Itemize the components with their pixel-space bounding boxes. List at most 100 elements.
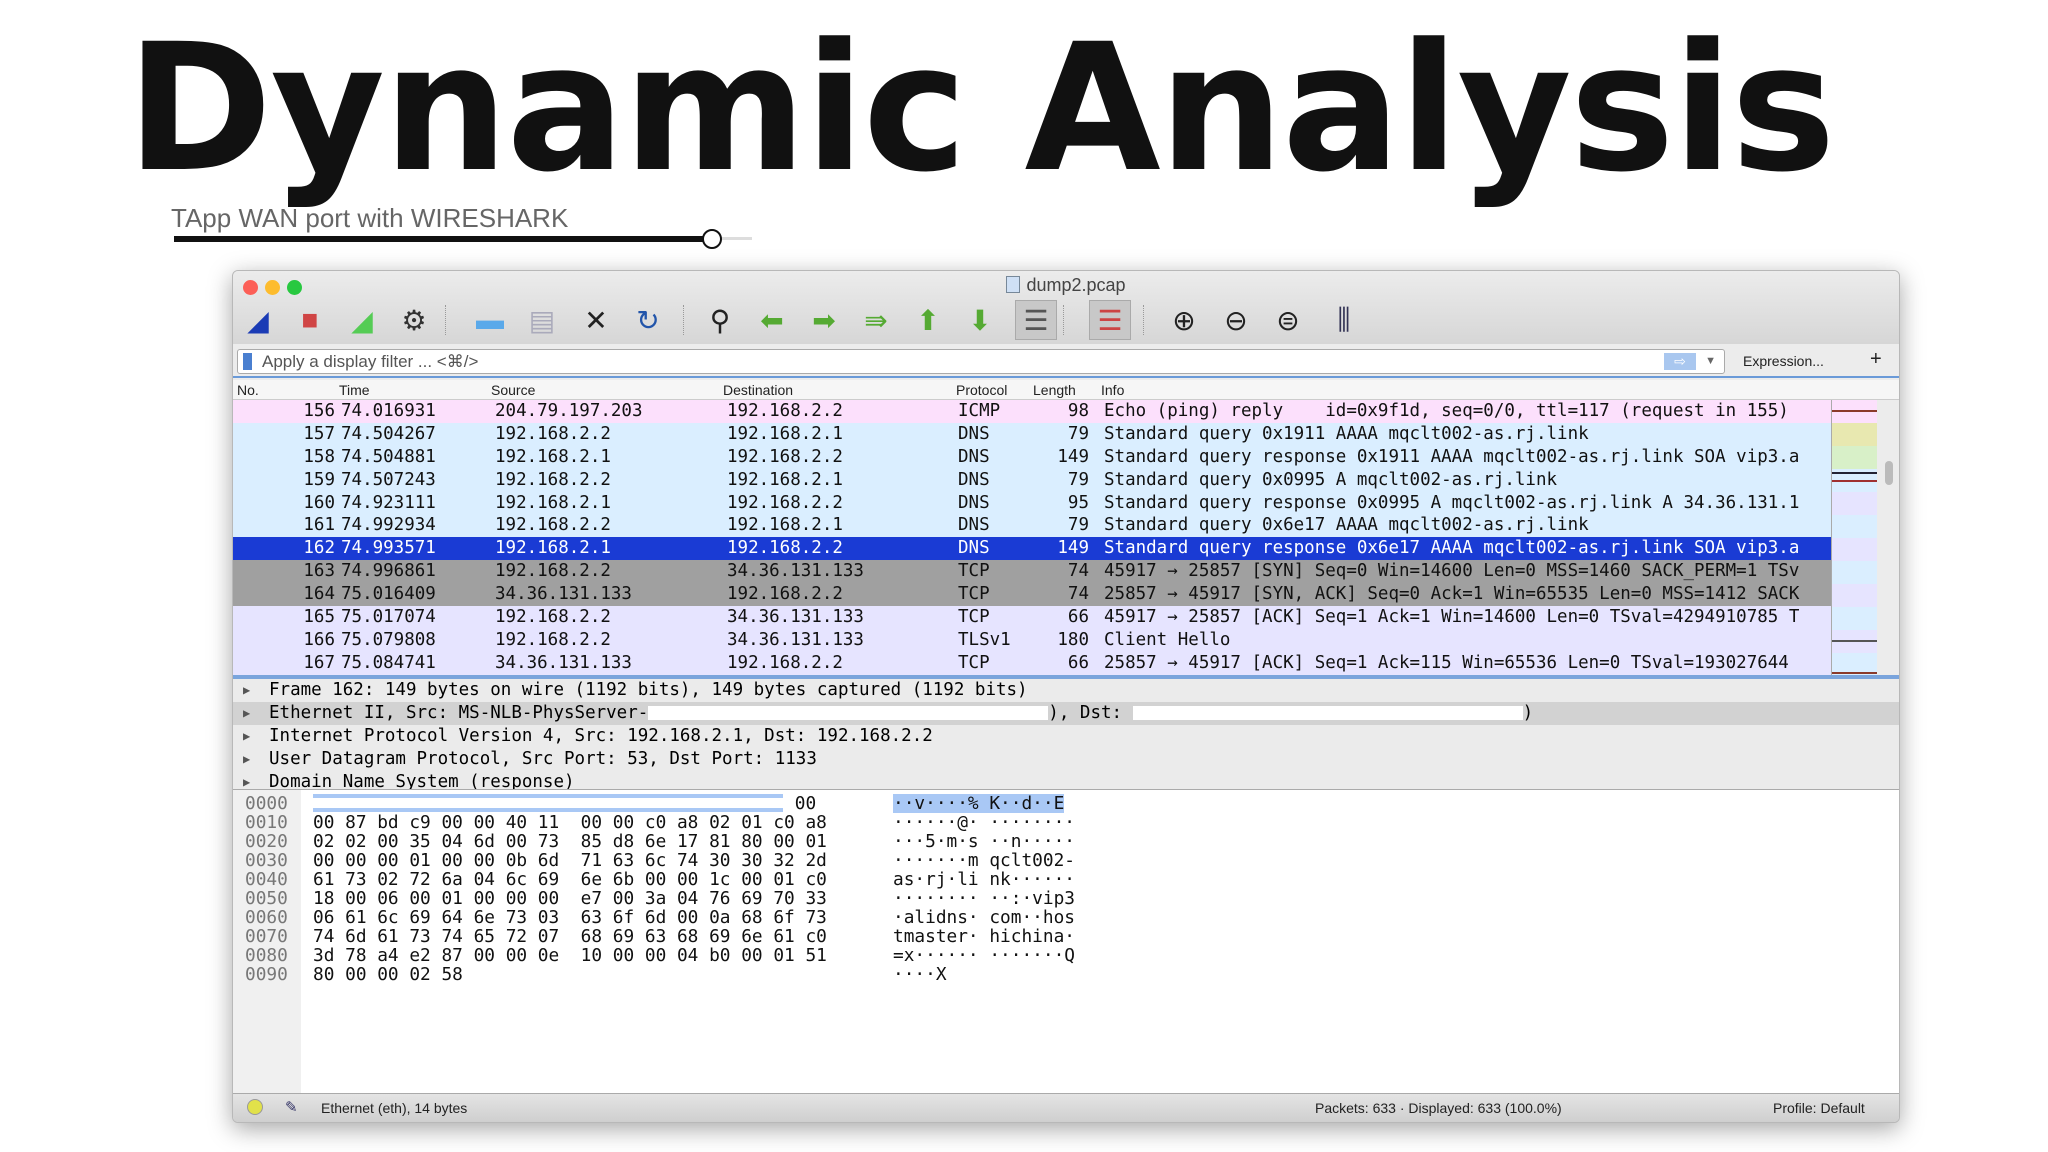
hex-row[interactable]: 0010 00 87 bd c9 00 00 40 11 00 00 c0 a8 … <box>233 813 1433 832</box>
packet-row[interactable]: 159 74.507243 192.168.2.2 192.168.2.1 DNS 79 S… <box>233 468 1833 492</box>
hex-row[interactable]: 0020 02 02 00 35 04 6d 00 73 85 d8 6e 17 … <box>233 832 1433 851</box>
zoom-in-icon[interactable]: ⊕ <box>1167 303 1201 337</box>
packet-list-scrollbar[interactable] <box>1885 461 1893 485</box>
open-folder-icon[interactable]: ▬ <box>473 303 507 337</box>
packet-row[interactable]: 165 75.017074 192.168.2.2 34.36.131.133 TCP 6… <box>233 606 1833 629</box>
packet-row[interactable]: 166 75.079808 192.168.2.2 34.36.131.133 TLSv… <box>233 628 1833 652</box>
packet-length: 66 <box>1067 652 1089 673</box>
hex-row[interactable]: 0040 61 73 02 72 6a 04 6c 69 6e 6b 00 00 … <box>233 870 1433 889</box>
hex-offset: 0020 <box>245 831 288 852</box>
status-profile[interactable]: Profile: Default <box>1773 1100 1865 1116</box>
expand-triangle-icon[interactable]: ▶ <box>243 702 250 725</box>
display-filter-input[interactable]: Apply a display filter ... <⌘/> ⇨ ▼ <box>237 349 1725 374</box>
packet-minimap[interactable] <box>1831 400 1877 676</box>
wireshark-window: dump2.pcap ◢ ■ ◢ ⚙ ▬ ▤ ✕ ↻ ⚲ ⬅ ➡ ⇛ ⬆ ⬇ ☰ ☰ ⊕ ⊖ ⊜ ⫼ Apply a … <box>232 270 1900 1123</box>
packet-time: 74.507243 <box>341 469 436 490</box>
detail-row[interactable]: ▶ Frame 162: 149 bytes on wire (1192 bits… <box>233 679 1899 702</box>
hex-row[interactable]: 0050 18 00 06 00 01 00 00 00 e7 00 3a 04 … <box>233 889 1433 908</box>
hex-bytes: 18 00 06 00 01 00 00 00 e7 00 3a 04 76 6… <box>313 888 827 909</box>
slider-knob[interactable] <box>701 229 722 249</box>
expert-info-indicator-icon[interactable] <box>247 1099 263 1115</box>
first-packet-icon[interactable]: ⬆ <box>911 303 945 337</box>
toolbar-separator <box>1143 305 1144 335</box>
capture-options-gear-icon[interactable]: ⚙ <box>397 303 431 337</box>
packet-row[interactable]: 160 74.923111 192.168.2.1 192.168.2.2 DNS 95 S… <box>233 491 1833 515</box>
close-file-icon[interactable]: ✕ <box>579 303 613 337</box>
minimap-band <box>1832 515 1877 538</box>
packet-row[interactable]: 158 74.504881 192.168.2.1 192.168.2.2 DNS 149… <box>233 445 1833 469</box>
colorize-icon[interactable]: ☰ <box>1089 300 1131 340</box>
go-back-icon[interactable]: ⬅ <box>755 303 789 337</box>
packet-row[interactable]: 162 74.993571 192.168.2.1 192.168.2.2 DNS 149… <box>233 537 1833 561</box>
packet-destination: 192.168.2.1 <box>727 515 843 536</box>
packet-row[interactable]: 167 75.084741 34.36.131.133 192.168.2.2 TCP 6… <box>233 651 1833 675</box>
packet-no: 157 <box>303 423 335 444</box>
packet-source: 192.168.2.2 <box>495 629 611 650</box>
minimap-band <box>1832 423 1877 446</box>
hex-ascii: ··v····% K··d··E <box>893 793 1065 814</box>
restart-capture-icon[interactable]: ◢ <box>345 303 379 337</box>
find-packet-icon[interactable]: ⚲ <box>703 303 737 337</box>
detail-row[interactable]: ▶ Ethernet II, Src: MS-NLB-PhysServer-), … <box>233 701 1899 725</box>
resize-columns-icon[interactable]: ⫼ <box>1327 303 1361 337</box>
hex-row[interactable]: 0030 00 00 00 01 00 00 0b 6d 71 63 6c 74 … <box>233 851 1433 870</box>
column-info[interactable]: Info <box>1101 382 1124 398</box>
column-protocol[interactable]: Protocol <box>956 382 1007 398</box>
column-destination[interactable]: Destination <box>723 382 793 398</box>
video-progress-slider[interactable] <box>174 229 752 249</box>
bookmark-icon[interactable] <box>243 353 252 370</box>
column-source[interactable]: Source <box>491 382 535 398</box>
expand-triangle-icon[interactable]: ▶ <box>243 725 250 748</box>
hex-row[interactable]: 0000 00 ··v····% K··d··E <box>233 794 1433 813</box>
packet-source: 192.168.2.2 <box>495 561 611 582</box>
window-title: dump2.pcap <box>233 275 1899 296</box>
shark-fin-start-icon[interactable]: ◢ <box>241 303 275 337</box>
expand-triangle-icon[interactable]: ▶ <box>243 748 250 771</box>
toolbar-separator <box>1063 305 1064 335</box>
packet-row[interactable]: 164 75.016409 34.36.131.133 192.168.2.2 TCP 7… <box>233 583 1833 607</box>
hex-row[interactable]: 0060 06 61 6c 69 64 6e 73 03 63 6f 6d 00 … <box>233 908 1433 927</box>
column-length[interactable]: Length <box>1033 382 1076 398</box>
save-file-icon[interactable]: ▤ <box>525 303 559 337</box>
packet-destination: 192.168.2.1 <box>727 469 843 490</box>
capture-comment-icon[interactable]: ✎ <box>285 1098 298 1116</box>
packet-row[interactable]: 163 74.996861 192.168.2.2 34.36.131.133 TCP 7… <box>233 560 1833 584</box>
filter-bar: Apply a display filter ... <⌘/> ⇨ ▼ Expr… <box>233 344 1899 378</box>
detail-row[interactable]: ▶ Domain Name System (response) <box>233 771 1899 790</box>
column-no[interactable]: No. <box>237 382 259 398</box>
detail-text: Domain Name System (response) <box>269 771 575 790</box>
last-packet-icon[interactable]: ⬇ <box>963 303 997 337</box>
detail-text: Ethernet II, Src: MS-NLB-PhysServer- <box>269 702 649 723</box>
apply-filter-button[interactable]: ⇨ <box>1664 353 1696 370</box>
packet-row[interactable]: 156 74.016931 204.79.197.203 192.168.2.2 ICM… <box>233 400 1833 423</box>
go-to-packet-icon[interactable]: ⇛ <box>859 303 893 337</box>
expand-triangle-icon[interactable]: ▶ <box>243 771 250 789</box>
packet-destination: 192.168.2.2 <box>727 446 843 467</box>
hex-row[interactable]: 0070 74 6d 61 73 74 65 72 07 68 69 63 68 … <box>233 927 1433 946</box>
autoscroll-icon[interactable]: ☰ <box>1015 300 1057 340</box>
packet-info: 45917 → 25857 [SYN] Seq=0 Win=14600 Len=… <box>1104 561 1800 582</box>
normal-size-icon[interactable]: ⊜ <box>1271 303 1305 337</box>
packet-row[interactable]: 157 74.504267 192.168.2.2 192.168.2.1 DNS 79 S… <box>233 422 1833 446</box>
column-time[interactable]: Time <box>339 382 370 398</box>
expand-triangle-icon[interactable]: ▶ <box>243 679 250 702</box>
packet-time: 74.996861 <box>341 561 436 582</box>
zoom-out-icon[interactable]: ⊖ <box>1219 303 1253 337</box>
hex-row[interactable]: 0090 80 00 00 02 58 ····X <box>233 965 1433 984</box>
minimap-band <box>1832 607 1877 630</box>
filter-history-dropdown[interactable]: ▼ <box>1705 350 1716 373</box>
hex-row[interactable]: 0080 3d 78 a4 e2 87 00 00 0e 10 00 00 04 … <box>233 946 1433 965</box>
packet-row[interactable]: 161 74.992934 192.168.2.2 192.168.2.1 DNS 79 S… <box>233 514 1833 538</box>
detail-text: Internet Protocol Version 4, Src: 192.16… <box>269 725 933 746</box>
expression-button[interactable]: Expression... <box>1743 353 1824 369</box>
packet-info: Standard query response 0x6e17 AAAA mqcl… <box>1104 538 1800 559</box>
stop-capture-icon[interactable]: ■ <box>293 303 327 337</box>
go-forward-icon[interactable]: ➡ <box>807 303 841 337</box>
slider-fill <box>174 236 712 242</box>
status-packet-count: Packets: 633 · Displayed: 633 (100.0%) <box>1315 1100 1562 1116</box>
packet-info: Standard query response 0x0995 A mqclt00… <box>1104 492 1800 513</box>
detail-row[interactable]: ▶ Internet Protocol Version 4, Src: 192.1… <box>233 725 1899 748</box>
reload-file-icon[interactable]: ↻ <box>631 303 665 337</box>
add-filter-button[interactable]: + <box>1870 348 1882 371</box>
detail-row[interactable]: ▶ User Datagram Protocol, Src Port: 53, D… <box>233 748 1899 771</box>
